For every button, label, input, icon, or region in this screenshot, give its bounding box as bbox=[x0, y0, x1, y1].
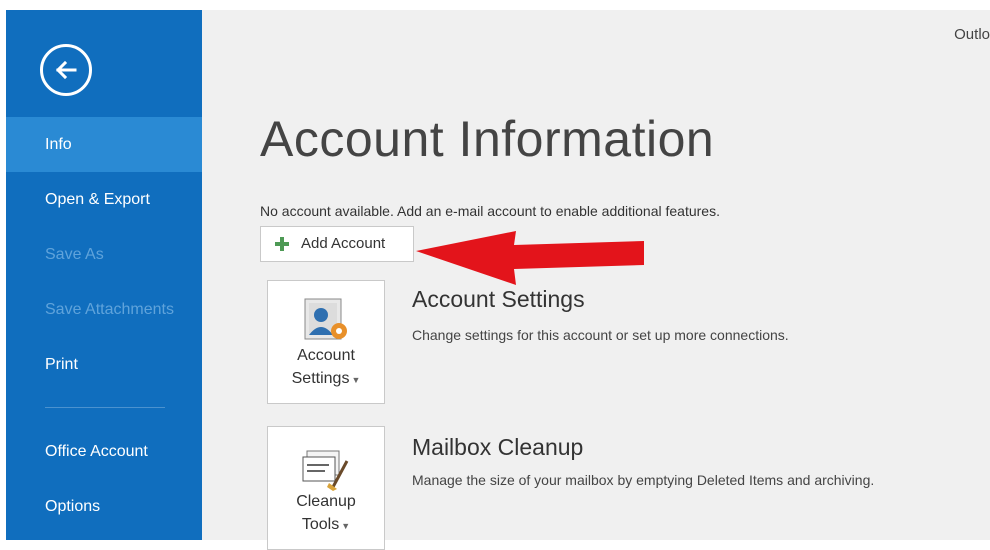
chevron-down-icon: ▼ bbox=[351, 375, 361, 385]
mailbox-cleanup-title: Mailbox Cleanup bbox=[412, 434, 584, 460]
app-name: Outlo bbox=[954, 26, 990, 43]
cleanup-tools-tile[interactable]: Cleanup Tools ▼ bbox=[267, 426, 385, 550]
account-settings-description: Change settings for this account or set … bbox=[412, 327, 789, 343]
add-account-label: Add Account bbox=[301, 235, 386, 252]
no-account-notice: No account available. Add an e-mail acco… bbox=[260, 203, 720, 219]
sidebar-item-save-as: Save As bbox=[45, 246, 104, 263]
sidebar-item-open-export[interactable]: Open & Export bbox=[6, 172, 202, 227]
red-arrow-icon bbox=[416, 231, 644, 285]
tile-label-line2: Tools ▼ bbox=[301, 516, 351, 533]
back-button[interactable] bbox=[40, 44, 92, 96]
sidebar-item-options[interactable]: Options bbox=[6, 479, 202, 534]
sidebar-divider bbox=[45, 407, 165, 408]
sidebar-item-info[interactable]: Info bbox=[6, 117, 202, 172]
account-settings-title: Account Settings bbox=[412, 286, 585, 312]
back-arrow-icon bbox=[55, 60, 77, 80]
page-title: Account Information bbox=[260, 111, 715, 167]
plus-icon bbox=[275, 237, 289, 251]
backstage-sidebar: Info Open & Export Save As Save Attachme… bbox=[6, 10, 202, 540]
cleanup-tools-icon bbox=[302, 450, 349, 491]
sidebar-item-office-account[interactable]: Office Account bbox=[6, 424, 202, 479]
add-account-button[interactable]: Add Account bbox=[260, 226, 414, 262]
chevron-down-icon: ▼ bbox=[341, 521, 351, 531]
tile-label-line1: Account bbox=[297, 347, 355, 364]
tile-label-line1: Cleanup bbox=[296, 493, 356, 510]
account-settings-icon bbox=[304, 298, 347, 340]
sidebar-item-print[interactable]: Print bbox=[6, 337, 202, 392]
tile-label-line2: Settings ▼ bbox=[291, 370, 361, 387]
sidebar-item-save-attachments: Save Attachments bbox=[45, 301, 174, 318]
main-panel: Outlo Account Information No account ava… bbox=[202, 10, 990, 550]
account-settings-tile[interactable]: Account Settings ▼ bbox=[267, 280, 385, 404]
outlook-backstage: Info Open & Export Save As Save Attachme… bbox=[0, 0, 990, 550]
mailbox-cleanup-description: Manage the size of your mailbox by empty… bbox=[412, 472, 875, 488]
